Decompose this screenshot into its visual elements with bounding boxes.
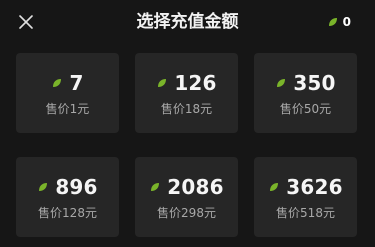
balance-display: 0 [327, 13, 351, 31]
leaf-coin-icon [158, 79, 167, 87]
card-amount: 2086 [149, 173, 224, 201]
card-amount-value: 3626 [286, 175, 343, 199]
leaf-coin-icon [39, 183, 48, 191]
card-amount: 896 [37, 173, 97, 201]
card-price: 售价518元 [276, 206, 335, 220]
recharge-option-card[interactable]: 350 售价50元 [254, 53, 357, 133]
header: 选择充值金额 0 [0, 0, 375, 44]
card-amount-value: 896 [55, 175, 98, 199]
page-title: 选择充值金额 [136, 12, 239, 32]
card-amount-value: 350 [293, 71, 336, 95]
leaf-coin-icon [270, 183, 279, 191]
card-price: 售价50元 [279, 102, 332, 116]
card-amount: 126 [156, 69, 216, 97]
recharge-option-card[interactable]: 896 售价128元 [16, 157, 119, 237]
recharge-option-card[interactable]: 126 售价18元 [135, 53, 238, 133]
leaf-coin-icon [277, 79, 286, 87]
card-price: 售价128元 [38, 206, 97, 220]
balance-value: 0 [342, 15, 351, 29]
card-amount-value: 7 [69, 71, 84, 95]
recharge-option-card[interactable]: 3626 售价518元 [254, 157, 357, 237]
card-price: 售价298元 [157, 206, 216, 220]
card-amount-value: 2086 [167, 175, 224, 199]
card-amount: 3626 [268, 173, 343, 201]
leaf-coin-icon [328, 18, 337, 26]
card-amount: 7 [51, 69, 83, 97]
leaf-coin-icon [151, 183, 160, 191]
card-price: 售价1元 [45, 102, 90, 116]
recharge-option-card[interactable]: 2086 售价298元 [135, 157, 238, 237]
leaf-coin-icon [53, 79, 62, 87]
card-amount: 350 [275, 69, 335, 97]
card-price: 售价18元 [160, 102, 213, 116]
recharge-option-card[interactable]: 7 售价1元 [16, 53, 119, 133]
card-amount-value: 126 [174, 71, 217, 95]
recharge-options-grid: 7 售价1元 126 售价18元 350 售价50元 896 售价128元 20… [16, 53, 358, 237]
